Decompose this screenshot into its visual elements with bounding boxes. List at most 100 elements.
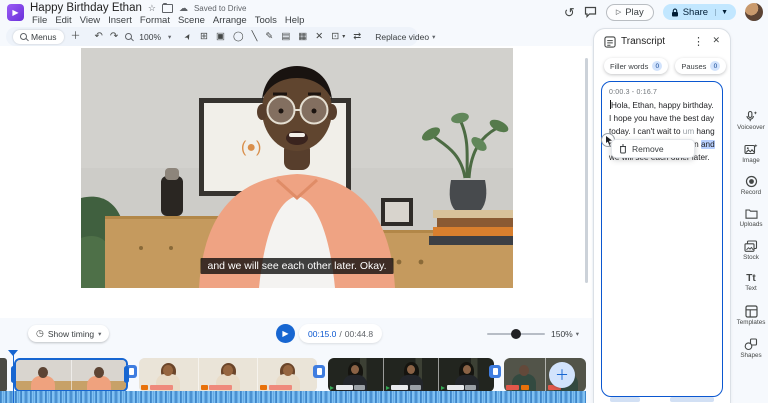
table-tool-icon[interactable]: ▦ [298,32,307,42]
rail-item-shapes[interactable]: Shapes [734,338,768,366]
undo-icon[interactable]: ↶ [95,32,103,42]
clip-thumbnail [504,358,546,392]
replace-background-tool-icon[interactable]: ⇄ [353,32,361,42]
rail-item-image[interactable]: Image [734,143,768,171]
rail-item-uploads[interactable]: Uploads [734,208,768,236]
crop-caret-icon[interactable]: ▾ [342,34,345,40]
clip-thumbnail [16,360,72,390]
stock-media-icon [744,240,758,253]
menu-item[interactable]: Tools [251,15,281,26]
cloud-save-icon: ☁ [179,4,188,13]
rail-label: Stock [743,254,759,261]
line-tool-icon[interactable]: ╲ [252,32,258,42]
transcript-segment[interactable]: um [683,127,694,136]
menu-item[interactable]: View [76,15,104,26]
transcript-panel-header: Transcript ⋮ ✕ [594,29,730,55]
zoom-tool-icon[interactable] [125,33,132,40]
account-avatar[interactable] [745,3,763,21]
video-preview[interactable]: (●) [81,48,513,288]
vids-logo-icon[interactable]: ▶ [7,4,24,21]
menu-item[interactable]: Edit [51,15,75,26]
show-timing-label: Show timing [48,329,94,339]
document-title[interactable]: Happy Birthday Ethan [30,2,142,14]
timeline-clip-1-selected[interactable] [14,358,128,392]
clear-format-tool-icon[interactable]: ✕ [315,32,323,42]
menu-item[interactable]: Scene [174,15,209,26]
clip-thumbnail [384,358,440,392]
chip-label: Filler words [610,62,648,71]
header-actions: ↺ ▷ Play Share ▼ [564,3,763,21]
menubar: FileEditViewInsertFormatSceneArrangeTool… [28,15,308,26]
image-tool-icon[interactable]: ▣ [216,32,225,42]
clip-trim-handle-right[interactable] [124,366,129,383]
video-frame-illustration: (●) [81,48,513,288]
pen-tool-icon[interactable]: ✎ [265,32,273,42]
timeline-zoom-level[interactable]: 150% ▾ [551,329,579,339]
timeline-play-button[interactable]: ▶ [276,324,295,343]
show-timing-button[interactable]: ◷ Show timing ▾ [28,325,109,342]
timeline-clip-2[interactable] [139,358,317,392]
close-panel-icon[interactable]: ✕ [712,35,720,46]
play-button-label: Play [625,7,643,18]
captions-tool-icon[interactable]: ▤ [281,32,290,42]
menu-item[interactable]: Format [136,15,174,26]
timeline-clip-3[interactable] [328,358,494,392]
transcript-chips: Filler words 0 Pauses 0 [604,58,726,74]
playhead-line [13,355,15,403]
play-button[interactable]: ▷ Play [606,4,654,21]
menu-item[interactable]: Help [281,15,309,26]
menu-item[interactable]: File [28,15,51,26]
timeline-clip-partial-left[interactable] [0,358,7,392]
remove-popup[interactable]: Remove [611,139,695,158]
transcript-text-box[interactable]: 0:00.3 - 0:16.7 Hola, Ethan, happy birth… [601,81,723,397]
replace-video-label: Replace video [375,32,429,42]
move-folder-icon[interactable] [162,4,173,13]
rail-item-record[interactable]: Record [734,175,768,203]
crop-tool-icon[interactable]: ⊡ [331,32,339,42]
rail-label: Image [742,157,760,164]
trash-icon [619,144,627,154]
zoom-caret-icon[interactable]: ▾ [168,33,171,41]
replace-video-caret-icon: ▾ [432,33,435,41]
current-time: 00:15.0 [308,329,336,339]
redo-icon[interactable]: ↷ [110,32,118,42]
share-button[interactable]: Share ▼ [663,4,736,20]
audio-track[interactable] [0,391,586,403]
version-history-icon[interactable]: ↺ [564,6,575,19]
title-row: Happy Birthday Ethan ☆ ☁ Saved to Drive [30,2,246,14]
menu-item[interactable]: Arrange [209,15,251,26]
share-caret-icon[interactable]: ▼ [715,9,728,16]
zoom-value[interactable]: 100% [139,32,161,42]
add-scene-icon[interactable]: ＋ [71,32,81,42]
shapes-icon [744,338,758,351]
shape-tool-icon[interactable]: ◯ [233,32,244,42]
timeline-zoom-value: 150% [551,329,573,339]
folder-icon [745,208,758,220]
transition-button[interactable] [313,365,325,378]
replace-video-button[interactable]: Replace video ▾ [375,32,435,42]
rail-item-voiceover[interactable]: Voiceover [734,110,768,138]
transcript-time-range: 0:00.3 - 0:16.7 [609,89,715,96]
menus-search-button[interactable]: Menus [13,30,64,44]
add-clip-button[interactable]: ＋ [549,362,575,388]
more-options-icon[interactable]: ⋮ [693,35,704,48]
timeline-zoom-slider-knob[interactable] [511,329,521,339]
text-box-tool-icon[interactable]: ⊞ [200,32,208,42]
rail-item-templates[interactable]: Templates [734,305,768,333]
select-tool-icon[interactable]: ➤ [184,32,194,42]
filter-chip[interactable]: Pauses 0 [675,58,726,74]
rail-item-stock[interactable]: Stock [734,240,768,268]
transcript-title: Transcript [621,36,665,47]
star-icon[interactable]: ☆ [148,4,156,13]
clip-thumbnail [439,358,494,392]
rail-label: Templates [737,319,766,326]
text-icon: Tt [746,273,755,284]
video-caption[interactable]: and we will see each other later. Okay. [201,258,394,274]
rail-item-text[interactable]: Tt Text [734,273,768,301]
transcript-segment[interactable]: and [701,140,715,149]
menu-item[interactable]: Insert [104,15,136,26]
filter-chip[interactable]: Filler words 0 [604,58,668,74]
canvas-scrollbar[interactable] [585,58,588,283]
comment-icon[interactable] [584,6,597,18]
transition-button[interactable] [489,365,501,378]
